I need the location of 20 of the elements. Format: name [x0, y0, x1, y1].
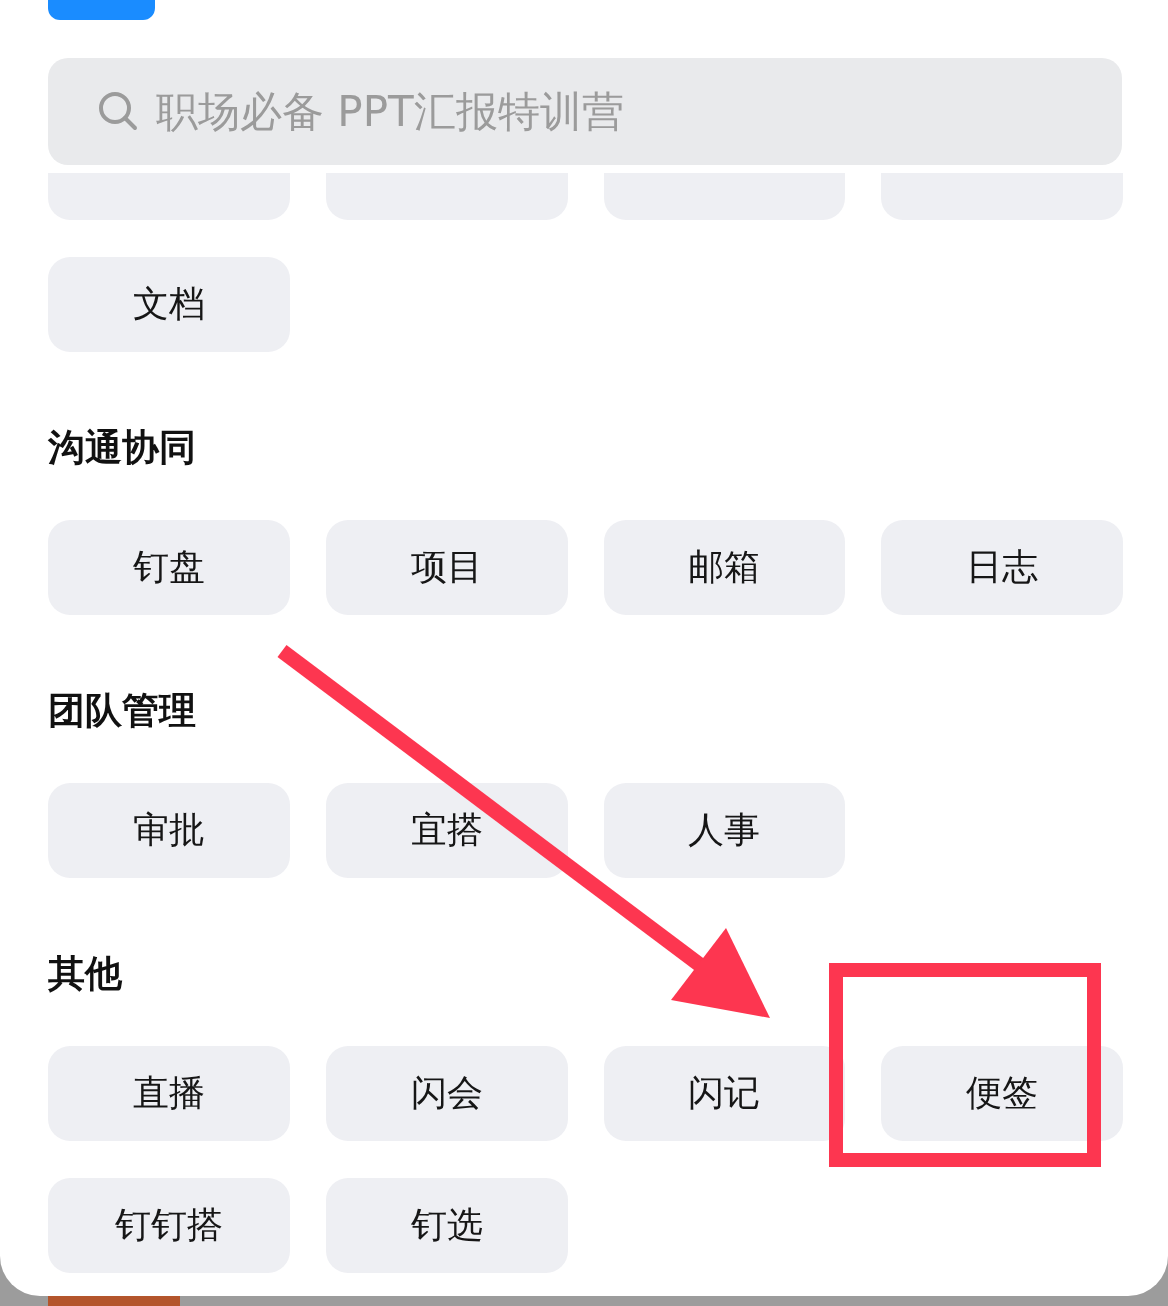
- app-tile[interactable]: 钉钉搭: [48, 1178, 290, 1273]
- app-tile[interactable]: 审批: [48, 783, 290, 878]
- search-icon: [98, 91, 138, 131]
- app-tile[interactable]: 项目: [325, 520, 568, 615]
- app-tile[interactable]: 邮箱: [603, 520, 846, 615]
- app-tile[interactable]: 宜搭: [325, 783, 568, 878]
- app-tile[interactable]: 日志: [881, 520, 1123, 615]
- app-tile[interactable]: 钉选: [325, 1178, 568, 1273]
- app-tile[interactable]: 文档: [48, 257, 290, 352]
- section-heading: 团队管理: [48, 691, 196, 731]
- app-tile[interactable]: 闪记: [603, 1046, 846, 1141]
- app-tile[interactable]: 便签: [881, 1046, 1123, 1141]
- section-heading: 沟通协同: [48, 428, 196, 468]
- app-tile[interactable]: 直播: [48, 1046, 290, 1141]
- action-button[interactable]: [48, 0, 155, 20]
- app-tile[interactable]: 闪会: [325, 1046, 568, 1141]
- app-tile[interactable]: 人事: [603, 783, 846, 878]
- search-field[interactable]: 职场必备 PPT汇报特训营: [48, 58, 1122, 165]
- section-heading: 其他: [48, 954, 122, 994]
- app-tile[interactable]: 钉盘: [48, 520, 290, 615]
